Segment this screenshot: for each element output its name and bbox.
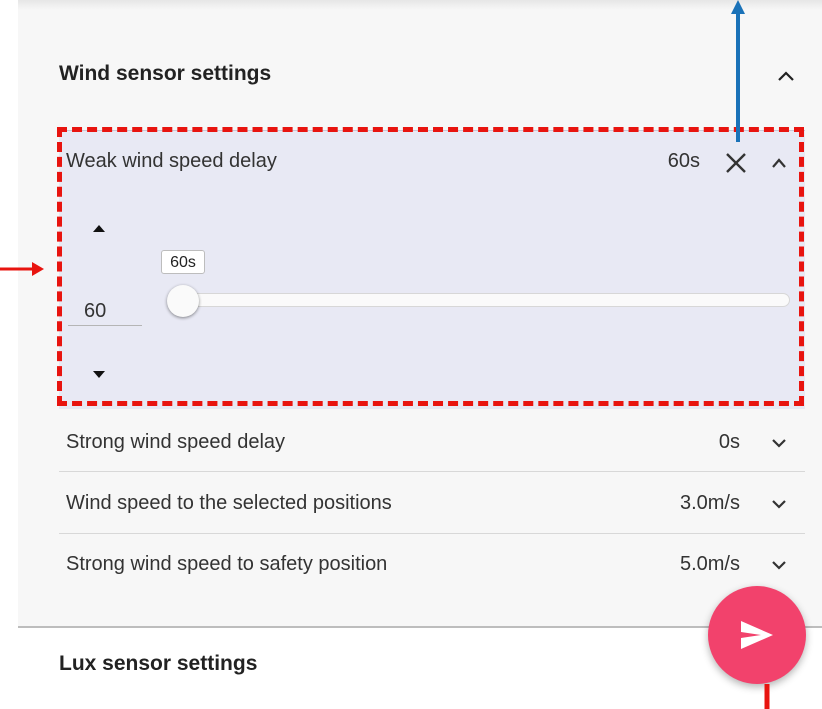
wind-speed-selected-label[interactable]: Wind speed to the selected positions <box>66 492 392 515</box>
weak-wind-label[interactable]: Weak wind speed delay <box>66 150 277 173</box>
row-divider <box>59 533 805 534</box>
chevron-down-icon[interactable] <box>770 436 788 450</box>
wind-section-title[interactable]: Wind sensor settings <box>59 62 271 86</box>
panel-top-shadow <box>18 0 822 10</box>
strong-wind-delay-value: 0s <box>718 431 740 453</box>
left-arrow-annotation <box>0 262 44 276</box>
strong-wind-safety-value: 5.0m/s <box>679 553 740 575</box>
chevron-down-icon[interactable] <box>770 497 788 511</box>
section-divider <box>18 626 822 628</box>
triangle-down-icon[interactable] <box>91 370 107 380</box>
weak-wind-number-input[interactable]: 60 <box>68 296 142 326</box>
weak-wind-slider-track[interactable] <box>178 293 790 307</box>
strong-wind-safety-label[interactable]: Strong wind speed to safety position <box>66 553 387 576</box>
triangle-up-icon[interactable] <box>91 223 107 233</box>
bottom-line-annotation <box>764 684 770 709</box>
send-button[interactable] <box>708 586 806 684</box>
wind-speed-selected-value: 3.0m/s <box>679 492 740 514</box>
slider-value-tooltip: 60s <box>161 250 205 274</box>
up-arrow-annotation <box>731 0 745 142</box>
send-icon <box>741 621 773 649</box>
weak-wind-value: 60s <box>667 150 700 172</box>
strong-wind-delay-label[interactable]: Strong wind speed delay <box>66 431 285 454</box>
row-divider <box>59 471 805 472</box>
close-icon[interactable] <box>723 150 749 176</box>
weak-wind-slider-thumb[interactable] <box>167 285 199 317</box>
chevron-up-icon[interactable] <box>776 68 796 84</box>
lux-section-title[interactable]: Lux sensor settings <box>59 652 257 676</box>
chevron-up-icon[interactable] <box>770 156 788 170</box>
chevron-down-icon[interactable] <box>770 558 788 572</box>
